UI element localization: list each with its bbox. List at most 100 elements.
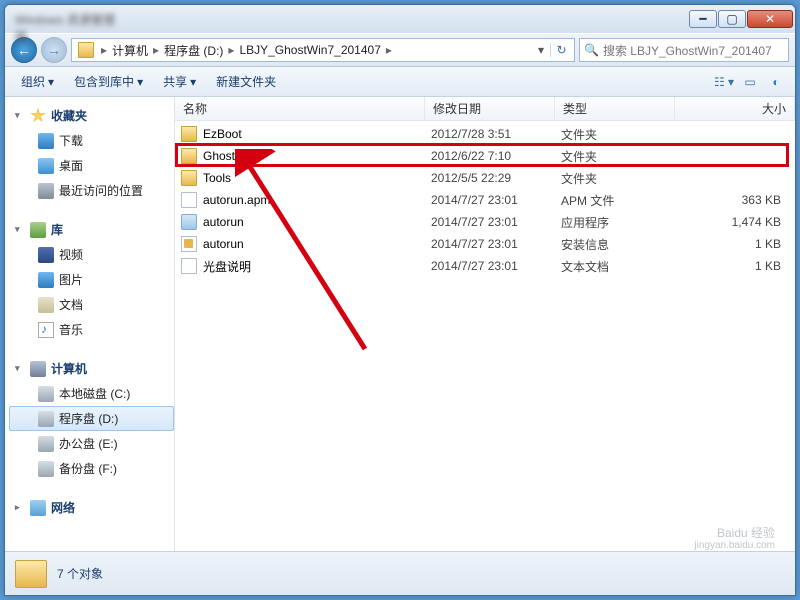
maximize-button[interactable]: ▢ bbox=[718, 10, 746, 28]
file-icon bbox=[181, 192, 197, 208]
minimize-button[interactable]: ━ bbox=[689, 10, 717, 28]
file-list: EzBoot2012/7/28 3:51文件夹Ghost2012/6/22 7:… bbox=[175, 121, 795, 551]
sidebar-item-documents[interactable]: 文档 bbox=[9, 292, 174, 317]
file-size: 1 KB bbox=[681, 237, 795, 251]
file-name: 光盘说明 bbox=[203, 258, 431, 275]
file-row[interactable]: Ghost2012/6/22 7:10文件夹 bbox=[175, 145, 795, 167]
sidebar-item-music[interactable]: 音乐 bbox=[9, 317, 174, 342]
file-name: Ghost bbox=[203, 149, 431, 163]
file-row[interactable]: autorun2014/7/27 23:01安装信息1 KB bbox=[175, 233, 795, 255]
computer-icon bbox=[30, 361, 46, 377]
file-date: 2012/7/28 3:51 bbox=[431, 127, 561, 141]
file-row[interactable]: EzBoot2012/7/28 3:51文件夹 bbox=[175, 123, 795, 145]
search-icon: 🔍 bbox=[584, 43, 599, 57]
share-button[interactable]: 共享 ▾ bbox=[155, 70, 204, 93]
chevron-right-icon[interactable]: ▸ bbox=[150, 43, 162, 57]
file-date: 2012/5/5 22:29 bbox=[431, 171, 561, 185]
file-type: 应用程序 bbox=[561, 214, 681, 231]
folder-icon bbox=[181, 170, 197, 186]
new-folder-button[interactable]: 新建文件夹 bbox=[208, 70, 284, 93]
status-count: 7 个对象 bbox=[57, 565, 103, 582]
file-row[interactable]: 光盘说明2014/7/27 23:01文本文档1 KB bbox=[175, 255, 795, 277]
address-bar[interactable]: ▸ 计算机 ▸ 程序盘 (D:) ▸ LBJY_GhostWin7_201407… bbox=[71, 38, 575, 62]
file-type: 文件夹 bbox=[561, 126, 681, 143]
music-icon bbox=[38, 322, 54, 338]
txt-icon bbox=[181, 258, 197, 274]
breadcrumb-computer[interactable]: 计算机 bbox=[110, 42, 150, 59]
drive-icon bbox=[38, 436, 54, 452]
video-icon bbox=[38, 247, 54, 263]
explorer-window: Windows 资源管理器 ━ ▢ ✕ ← → ▸ 计算机 ▸ 程序盘 (D:)… bbox=[4, 4, 796, 596]
file-row[interactable]: autorun2014/7/27 23:01应用程序1,474 KB bbox=[175, 211, 795, 233]
star-icon bbox=[30, 108, 46, 124]
chevron-right-icon[interactable]: ▸ bbox=[98, 43, 110, 57]
libraries-group[interactable]: ▾库 bbox=[9, 217, 174, 242]
address-dropdown[interactable]: ▾ bbox=[532, 43, 550, 57]
sidebar-item-desktop[interactable]: 桌面 bbox=[9, 153, 174, 178]
file-name: Tools bbox=[203, 171, 431, 185]
chevron-down-icon: ▾ bbox=[137, 75, 143, 89]
file-date: 2012/6/22 7:10 bbox=[431, 149, 561, 163]
column-date[interactable]: 修改日期 bbox=[425, 97, 555, 120]
sidebar-item-recent[interactable]: 最近访问的位置 bbox=[9, 178, 174, 203]
chevron-right-icon[interactable]: ▸ bbox=[225, 43, 237, 57]
sidebar-item-drive-f[interactable]: 备份盘 (F:) bbox=[9, 456, 174, 481]
sidebar-item-drive-e[interactable]: 办公盘 (E:) bbox=[9, 431, 174, 456]
file-view: 名称 修改日期 类型 大小 EzBoot2012/7/28 3:51文件夹Gho… bbox=[175, 97, 795, 551]
search-input[interactable]: 🔍 搜索 LBJY_GhostWin7_201407 bbox=[579, 38, 789, 62]
file-date: 2014/7/27 23:01 bbox=[431, 193, 561, 207]
breadcrumb-folder[interactable]: LBJY_GhostWin7_201407 bbox=[237, 43, 382, 57]
forward-button[interactable]: → bbox=[41, 37, 67, 63]
file-type: APM 文件 bbox=[561, 192, 681, 209]
close-button[interactable]: ✕ bbox=[747, 10, 793, 28]
sidebar-item-videos[interactable]: 视频 bbox=[9, 242, 174, 267]
sidebar-item-downloads[interactable]: 下载 bbox=[9, 128, 174, 153]
navigation-pane: ▾收藏夹 下载 桌面 最近访问的位置 ▾库 视频 图片 文档 音乐 ▾计算机 本… bbox=[5, 97, 175, 551]
title-bar: Windows 资源管理器 ━ ▢ ✕ bbox=[5, 5, 795, 33]
chevron-down-icon: ▾ bbox=[48, 75, 54, 89]
view-options-button[interactable]: ☷ ▾ bbox=[713, 71, 735, 93]
chevron-right-icon[interactable]: ▸ bbox=[383, 43, 395, 57]
file-type: 安装信息 bbox=[561, 236, 681, 253]
document-icon bbox=[38, 297, 54, 313]
sidebar-item-drive-d[interactable]: 程序盘 (D:) bbox=[9, 406, 174, 431]
file-name: autorun.apm bbox=[203, 193, 431, 207]
column-headers: 名称 修改日期 类型 大小 bbox=[175, 97, 795, 121]
help-button[interactable]: ◐ bbox=[765, 71, 787, 93]
file-row[interactable]: autorun.apm2014/7/27 23:01APM 文件363 KB bbox=[175, 189, 795, 211]
sidebar-item-pictures[interactable]: 图片 bbox=[9, 267, 174, 292]
folder-icon bbox=[181, 126, 197, 142]
computer-group[interactable]: ▾计算机 bbox=[9, 356, 174, 381]
favorites-group[interactable]: ▾收藏夹 bbox=[9, 103, 174, 128]
desktop-icon bbox=[38, 158, 54, 174]
column-name[interactable]: 名称 bbox=[175, 97, 425, 120]
file-name: autorun bbox=[203, 215, 431, 229]
include-in-library-button[interactable]: 包含到库中 ▾ bbox=[66, 70, 151, 93]
file-type: 文件夹 bbox=[561, 170, 681, 187]
library-icon bbox=[30, 222, 46, 238]
download-icon bbox=[38, 133, 54, 149]
inf-icon bbox=[181, 236, 197, 252]
recent-icon bbox=[38, 183, 54, 199]
file-size: 1 KB bbox=[681, 259, 795, 273]
file-date: 2014/7/27 23:01 bbox=[431, 259, 561, 273]
file-name: autorun bbox=[203, 237, 431, 251]
address-bar-row: ← → ▸ 计算机 ▸ 程序盘 (D:) ▸ LBJY_GhostWin7_20… bbox=[5, 33, 795, 67]
file-size: 1,474 KB bbox=[681, 215, 795, 229]
folder-icon bbox=[181, 148, 197, 164]
status-bar: 7 个对象 bbox=[5, 551, 795, 595]
file-date: 2014/7/27 23:01 bbox=[431, 237, 561, 251]
search-placeholder: 搜索 LBJY_GhostWin7_201407 bbox=[603, 42, 772, 59]
breadcrumb-drive[interactable]: 程序盘 (D:) bbox=[162, 42, 225, 59]
column-size[interactable]: 大小 bbox=[675, 97, 795, 120]
window-title: Windows 资源管理器 bbox=[15, 11, 115, 25]
file-size: 363 KB bbox=[681, 193, 795, 207]
folder-icon bbox=[78, 42, 94, 58]
sidebar-item-drive-c[interactable]: 本地磁盘 (C:) bbox=[9, 381, 174, 406]
preview-pane-button[interactable]: ▭ bbox=[739, 71, 761, 93]
organize-button[interactable]: 组织 ▾ bbox=[13, 70, 62, 93]
refresh-button[interactable]: ↻ bbox=[550, 43, 572, 57]
network-group[interactable]: ▸网络 bbox=[9, 495, 174, 520]
column-type[interactable]: 类型 bbox=[555, 97, 675, 120]
file-row[interactable]: Tools2012/5/5 22:29文件夹 bbox=[175, 167, 795, 189]
